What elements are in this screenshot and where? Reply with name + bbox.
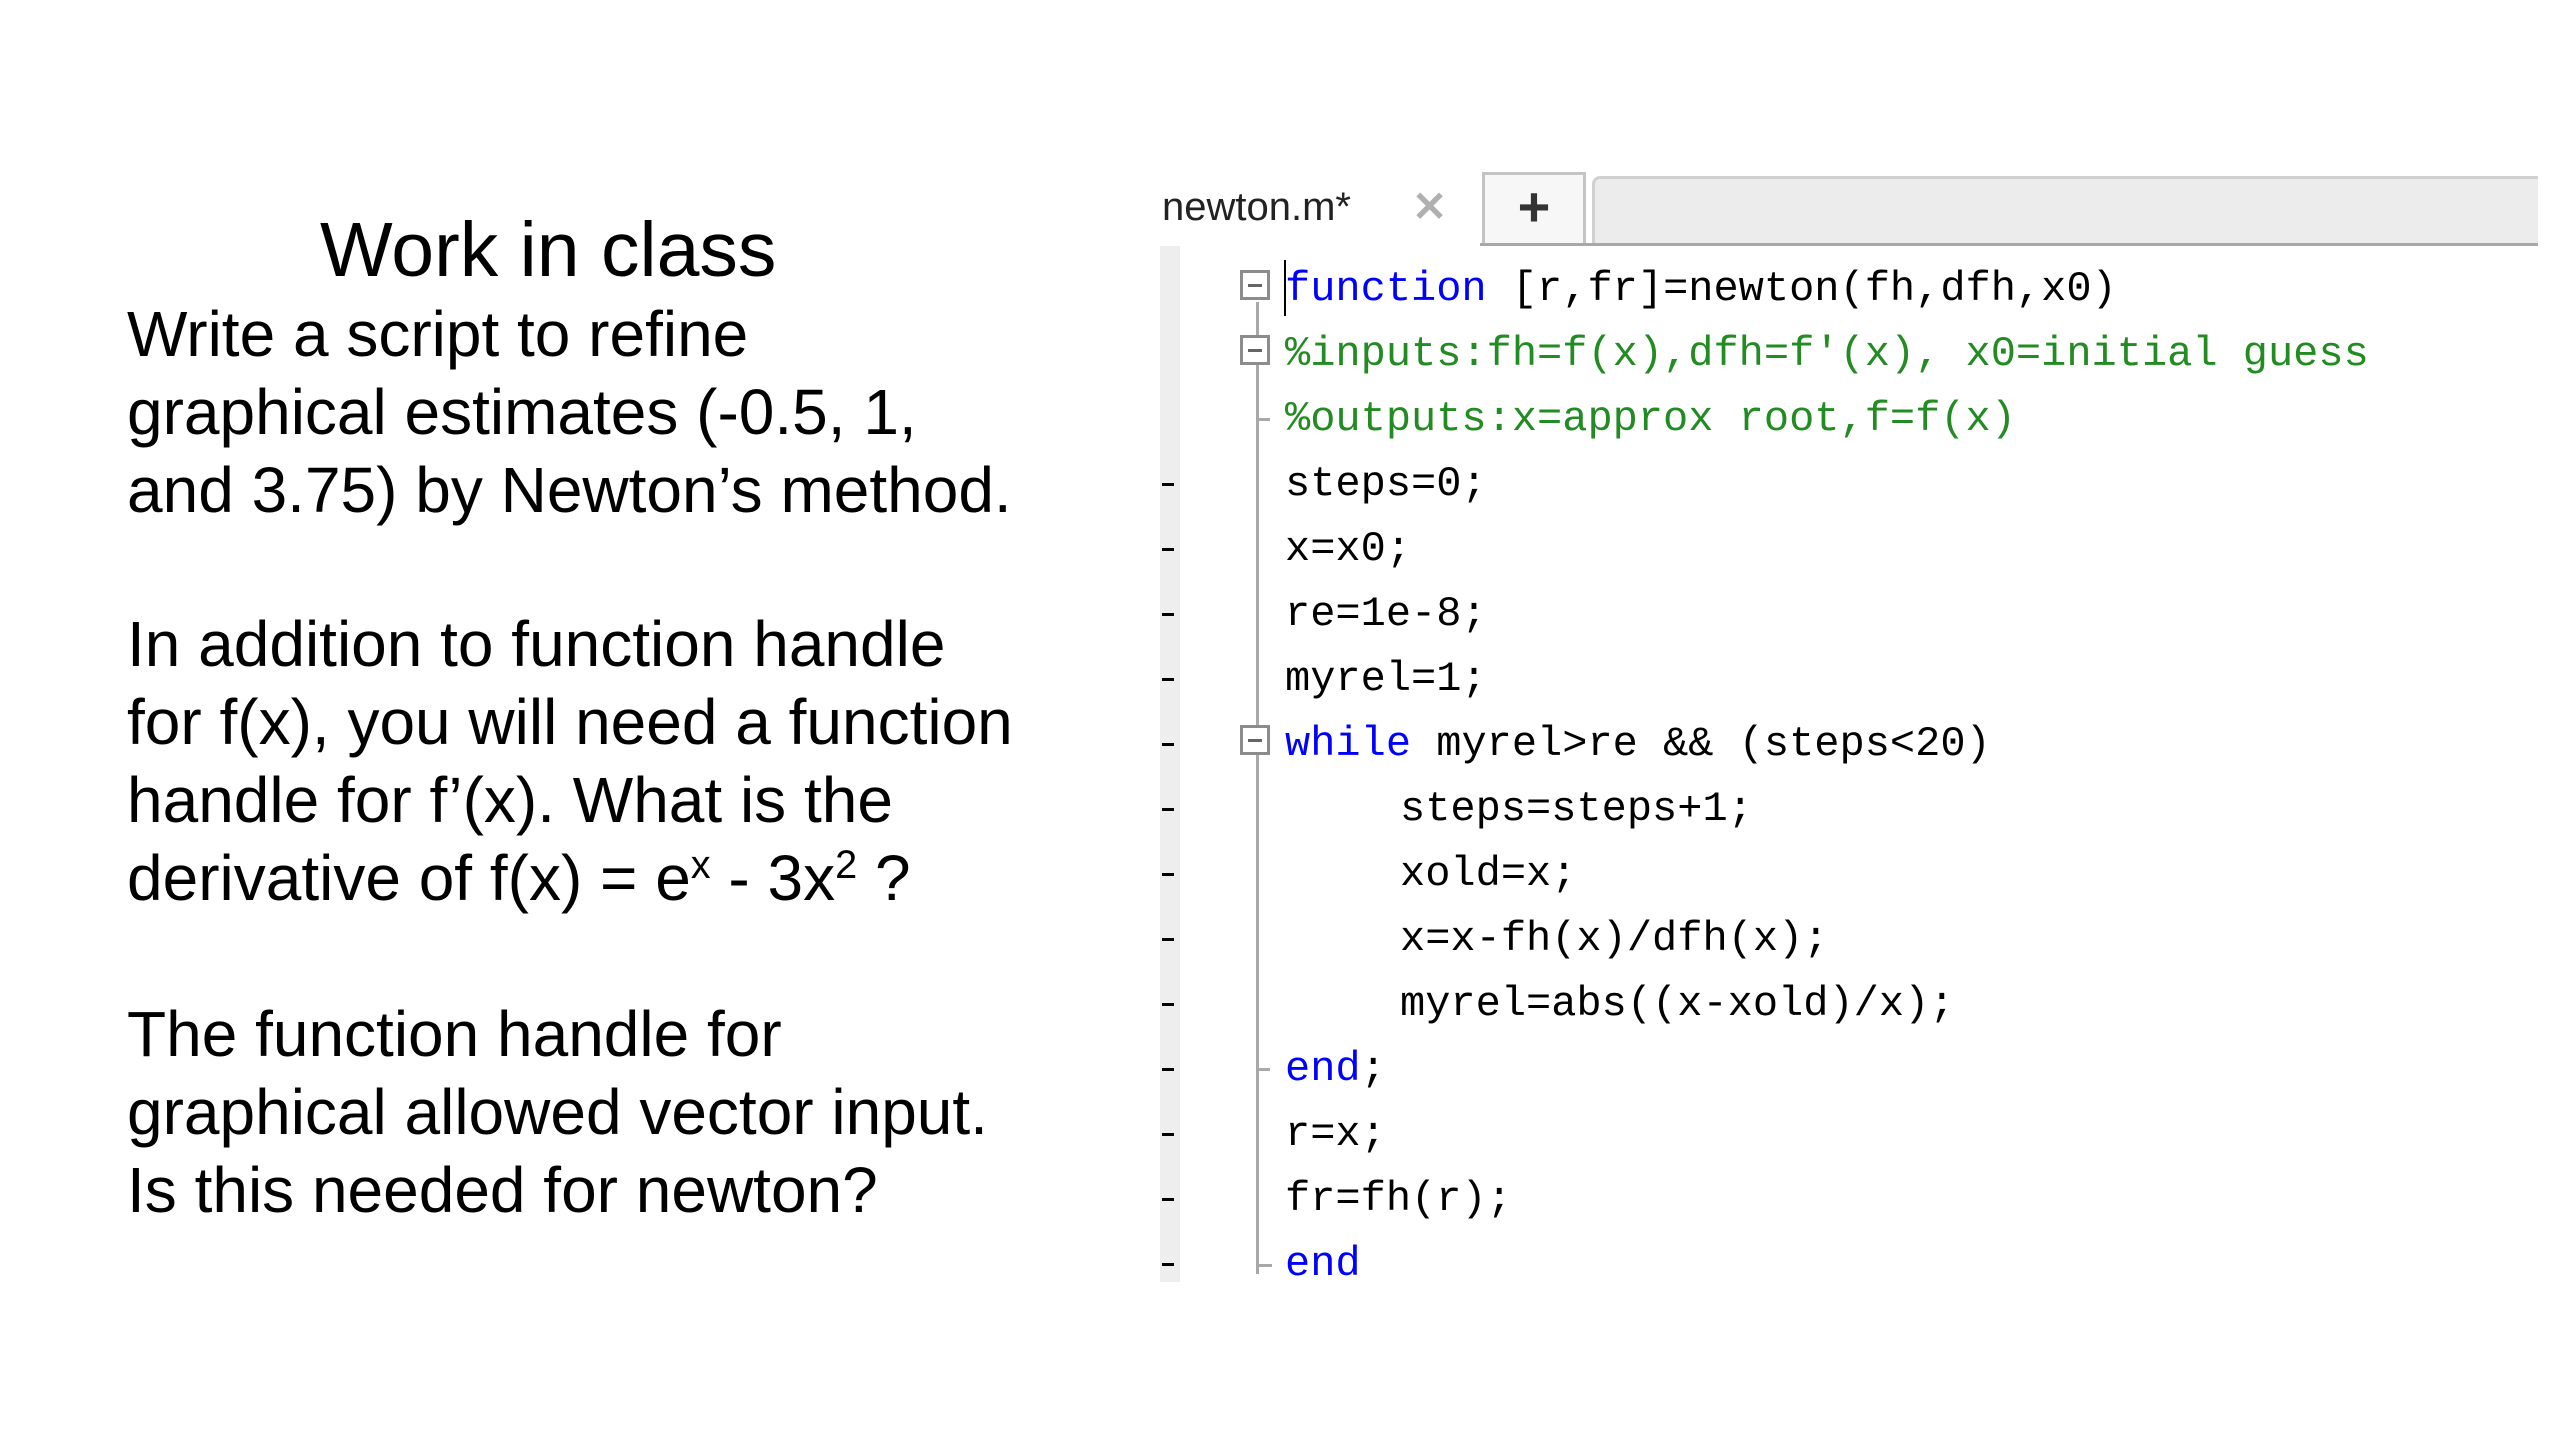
code-text: [r,fr]=newton(fh,dfh,x0) xyxy=(1486,265,2117,313)
text-line: In addition to function handle xyxy=(127,608,946,680)
text-line: for f(x), you will need a function xyxy=(127,686,1013,758)
text-line: graphical estimates (-0.5, 1, xyxy=(127,376,917,448)
text-line: graphical allowed vector input. xyxy=(127,1076,988,1148)
breakpoint-marker[interactable] xyxy=(1162,873,1174,876)
code-text: r=x; xyxy=(1285,1110,1386,1158)
formula-suffix: ? xyxy=(857,842,911,914)
task-paragraph: Write a script to refine graphical estim… xyxy=(127,295,1057,529)
breakpoint-marker[interactable] xyxy=(1162,1068,1174,1071)
breakpoint-marker[interactable] xyxy=(1162,743,1174,746)
breakpoint-marker[interactable] xyxy=(1162,483,1174,486)
keyword: function xyxy=(1285,265,1487,313)
breakpoint-marker[interactable] xyxy=(1162,1133,1174,1136)
code-line: function [r,fr]=newton(fh,dfh,x0) xyxy=(1160,258,2538,323)
new-tab-button[interactable]: + xyxy=(1482,172,1586,243)
code-line: myrel=1; xyxy=(1160,648,2538,713)
comment: %inputs:fh=f(x),dfh=f'(x), x0=initial gu… xyxy=(1285,330,2369,378)
code-text: x=x0; xyxy=(1285,525,1412,573)
close-icon[interactable]: ✕ xyxy=(1412,184,1447,230)
code-line: myrel=abs((x-xold)/x); xyxy=(1160,973,2538,1038)
code-text: myrel=abs((x-xold)/x); xyxy=(1400,980,1955,1028)
keyword: end xyxy=(1285,1045,1361,1093)
code-text: x=x-fh(x)/dfh(x); xyxy=(1400,915,1829,963)
code-line: xold=x; xyxy=(1160,843,2538,908)
code-text: fr=fh(r); xyxy=(1285,1175,1512,1223)
code-line: steps=steps+1; xyxy=(1160,778,2538,843)
fold-end-marker xyxy=(1256,1239,1272,1267)
code-text: steps=0; xyxy=(1285,460,1487,508)
text-line: handle for f’(x). What is the xyxy=(127,764,893,836)
tab-bar-empty-area xyxy=(1592,176,2538,243)
formula-line: derivative of f(x) = ex - 3x2 ? xyxy=(127,839,1057,917)
code-editor: newton.m* ✕ + function [r,fr]=newton(fh,… xyxy=(1160,172,2538,1288)
code-text: steps=steps+1; xyxy=(1400,785,1753,833)
code-line: x=x-fh(x)/dfh(x); xyxy=(1160,908,2538,973)
code-line: steps=0; xyxy=(1160,453,2538,518)
exponent-x: x xyxy=(690,843,711,888)
keyword: end xyxy=(1285,1240,1361,1288)
code-line: r=x; xyxy=(1160,1103,2538,1168)
text-line: and 3.75) by Newton’s method. xyxy=(127,454,1012,526)
derivative-paragraph: In addition to function handle for f(x),… xyxy=(127,605,1057,917)
code-text: myrel>re && (steps<20) xyxy=(1411,720,1991,768)
code-line: %outputs:x=approx root,f=f(x) xyxy=(1160,388,2538,453)
breakpoint-marker[interactable] xyxy=(1162,678,1174,681)
text-line: Write a script to refine xyxy=(127,298,749,370)
fold-tick xyxy=(1256,1068,1270,1071)
fold-tick xyxy=(1256,418,1270,421)
code-line: end xyxy=(1160,1233,2538,1298)
code-line: end; xyxy=(1160,1038,2538,1103)
tab-label: newton.m* xyxy=(1162,185,1351,229)
code-line: fr=fh(r); xyxy=(1160,1168,2538,1233)
breakpoint-marker[interactable] xyxy=(1162,613,1174,616)
fold-toggle-icon[interactable] xyxy=(1240,725,1270,755)
exponent-2: 2 xyxy=(835,843,858,888)
fold-toggle-icon[interactable] xyxy=(1240,270,1270,300)
fold-toggle-icon[interactable] xyxy=(1240,335,1270,365)
text-line: The function handle for xyxy=(127,998,782,1070)
code-text: xold=x; xyxy=(1400,850,1577,898)
breakpoint-marker[interactable] xyxy=(1162,1198,1174,1201)
editor-tab-bar: newton.m* ✕ + xyxy=(1160,172,2538,246)
code-text: ; xyxy=(1360,1045,1386,1093)
breakpoint-marker[interactable] xyxy=(1162,548,1174,551)
code-line: re=1e-8; xyxy=(1160,583,2538,648)
keyword: while xyxy=(1285,720,1412,768)
breakpoint-marker[interactable] xyxy=(1162,1003,1174,1006)
breakpoint-marker[interactable] xyxy=(1162,938,1174,941)
code-line: x=x0; xyxy=(1160,518,2538,583)
formula-prefix: derivative of f(x) = e xyxy=(127,842,691,914)
formula-middle: - 3x xyxy=(710,842,836,914)
vector-input-paragraph: The function handle for graphical allowe… xyxy=(127,995,1057,1229)
tab-newton[interactable]: newton.m* ✕ xyxy=(1160,172,1480,246)
code-line: %inputs:fh=f(x),dfh=f'(x), x0=initial gu… xyxy=(1160,323,2538,388)
code-area[interactable]: function [r,fr]=newton(fh,dfh,x0) %input… xyxy=(1160,258,2538,1298)
text-line: Is this needed for newton? xyxy=(127,1154,878,1226)
breakpoint-marker[interactable] xyxy=(1162,808,1174,811)
code-text: re=1e-8; xyxy=(1285,590,1487,638)
breakpoint-marker[interactable] xyxy=(1162,1263,1174,1266)
code-text: myrel=1; xyxy=(1285,655,1487,703)
code-line: while myrel>re && (steps<20) xyxy=(1160,713,2538,778)
comment: %outputs:x=approx root,f=f(x) xyxy=(1285,395,2016,443)
slide-title: Work in class xyxy=(320,207,777,293)
